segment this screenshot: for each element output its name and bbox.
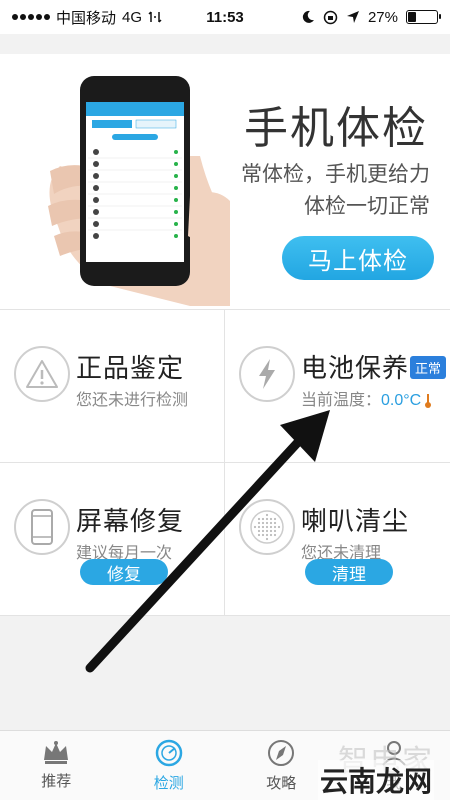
thermometer-icon [425,393,432,408]
speaker-hole [265,537,269,541]
speaker-hole [269,525,273,529]
speaker-hole [265,521,269,525]
tab-label: 攻略 [266,775,297,792]
lightning-icon [239,346,295,402]
battery-icon [406,10,441,24]
speaker-hole [257,521,261,525]
tab-detect[interactable]: 检测 [113,731,226,800]
speaker-clean-card[interactable]: 喇叭清尘 您还未清理 清理 [225,463,450,616]
temperature-value: 0.0°C [381,392,422,409]
temperature-label: 当前温度： [301,392,382,409]
start-checkup-button[interactable]: 马上体检 [282,236,434,280]
phone-in-hand-illustration [48,76,230,306]
tab-label: 检测 [153,775,184,792]
speaker-hole [265,529,269,533]
authenticity-check-card[interactable]: 正品鉴定 您还未进行检测 [0,310,225,463]
speaker-hole [257,529,261,533]
empty-area [0,616,450,730]
network-type: 4G [122,8,143,26]
speaker-hole [269,517,273,521]
speaker-grille-icon [239,499,295,555]
speaker-hole [265,533,269,537]
data-transfer-icon [148,11,162,23]
speaker-hole [261,517,265,521]
card-title: 正品鉴定 [76,353,185,383]
banner-tagline: 常体检，手机更给力 [241,163,430,186]
status-right: 27% [301,8,441,26]
speaker-hole [273,517,277,521]
speaker-hole [265,517,269,521]
warning-icon [14,346,70,402]
watermark-badge: 云南龙网 [318,760,435,800]
tab-recommend[interactable]: 推荐 [0,731,113,800]
tab-label: 推荐 [41,773,72,790]
status-badge: 正常 [409,356,446,379]
speaker-hole [253,525,257,529]
card-subtitle: 您还未进行检测 [76,392,189,409]
speaker-hole [265,513,269,517]
status-bar: 中国移动 4G 11:53 27% [0,0,450,34]
status-left: 中国移动 4G [12,7,301,28]
clean-button[interactable]: 清理 [305,559,393,585]
speaker-hole [269,529,273,533]
location-icon [346,11,359,23]
battery-percent: 27% [367,8,398,26]
speaker-hole [257,533,261,537]
card-title: 电池保养 [301,353,410,383]
banner-title: 手机体检 [244,104,428,153]
rotation-lock-icon [323,10,338,24]
speaker-hole [265,525,269,529]
moon-icon [302,10,314,23]
top-strip [0,34,450,54]
speaker-hole [277,525,281,529]
speaker-hole [257,517,261,521]
gauge-icon [155,739,182,767]
card-title: 喇叭清尘 [301,506,410,536]
carrier-label: 中国移动 [56,9,117,27]
repair-button[interactable]: 修复 [80,559,168,585]
speaker-hole [261,525,265,529]
compass-icon [268,740,295,766]
speaker-hole [273,533,277,537]
speaker-hole [273,529,277,533]
speaker-hole [261,533,265,537]
speaker-hole [261,521,265,525]
speaker-hole [269,533,273,537]
speaker-hole [257,525,261,529]
speaker-hole [261,529,265,533]
battery-care-card[interactable]: 电池保养 正常 当前温度：0.0°C [225,310,450,463]
signal-strength-icon [12,14,50,20]
feature-grid: 正品鉴定 您还未进行检测 电池保养 正常 当前温度：0.0°C 屏幕修复 建议每… [0,310,450,616]
checkup-banner: 手机体检 常体检，手机更给力 体检一切正常 马上体检 [0,54,450,310]
speaker-hole [273,525,277,529]
card-title: 屏幕修复 [76,506,185,536]
speaker-hole [273,521,277,525]
banner-status: 体检一切正常 [304,195,430,218]
speaker-hole [269,521,273,525]
card-subtitle: 当前温度：0.0°C [301,386,432,410]
crown-icon [44,741,69,764]
screen-repair-card[interactable]: 屏幕修复 建议每月一次 修复 [0,463,225,616]
phone-icon [14,499,70,555]
